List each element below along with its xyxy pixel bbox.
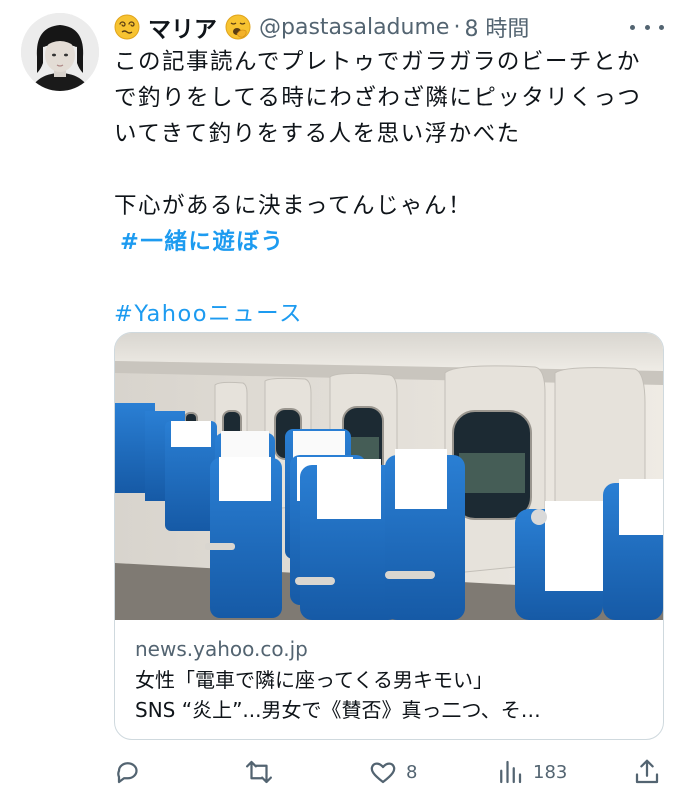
more-dots-icon[interactable] [630, 14, 664, 40]
tweet-header: マリア @pastasaladume · 8 時間 [114, 10, 674, 44]
separator-dot: · [453, 14, 461, 40]
share-button[interactable] [632, 755, 662, 789]
share-icon [635, 759, 659, 784]
card-title-line: SNS “炎上”...男女で《賛否》真っ二つ、そ… [135, 698, 541, 722]
card-image-train-seats [115, 333, 663, 620]
display-name[interactable]: マリア [148, 10, 217, 44]
view-count: 183 [533, 761, 568, 783]
views-button[interactable]: 183 [495, 755, 567, 789]
link-card[interactable]: news.yahoo.co.jp 女性「電車で隣に座ってくる男キモい」 SNS … [114, 332, 664, 740]
timestamp[interactable]: 8 時間 [464, 11, 529, 43]
reply-button[interactable] [114, 755, 144, 789]
hashtag-link[interactable]: #Yahooニュース [114, 301, 303, 327]
like-button[interactable]: 8 [368, 755, 417, 789]
heart-icon [370, 762, 396, 784]
tweet-actions: 8 183 [114, 755, 664, 789]
yawning-face-emoji [225, 14, 251, 40]
hashtag-link[interactable]: #一緒に遊ぼう [120, 229, 284, 255]
retweet-icon [246, 760, 272, 784]
tweet-text: この記事読んでプレトゥでガラガラのビーチとか で釣りをしてる時にわざわざ隣にピッ… [114, 44, 674, 332]
user-handle[interactable]: @pastasaladume [259, 15, 449, 40]
like-count: 8 [406, 761, 418, 783]
profile-photo [21, 13, 99, 91]
views-icon [500, 760, 522, 784]
card-title-line: 女性「電車で隣に座ってくる男キモい」 [135, 668, 493, 692]
card-meta: news.yahoo.co.jp 女性「電車で隣に座ってくる男キモい」 SNS … [135, 633, 645, 725]
tweet-text-line: 下心があるに決まってんじゃん！ [114, 193, 472, 219]
avatar[interactable] [21, 13, 99, 91]
reply-icon [117, 762, 138, 784]
card-domain: news.yahoo.co.jp [135, 637, 308, 661]
tweet-text-line: この記事読んでプレトゥでガラガラのビーチとか [114, 49, 641, 75]
tweet-text-line: いてきて釣りをする人を思い浮かべた [114, 121, 521, 147]
tweet-text-line [114, 152, 674, 188]
tweet-text-line: で釣りをしてる時にわざわざ隣にピッタリくっつ [114, 85, 642, 111]
dizzy-face-emoji [114, 14, 140, 40]
retweet-button[interactable] [244, 755, 274, 789]
